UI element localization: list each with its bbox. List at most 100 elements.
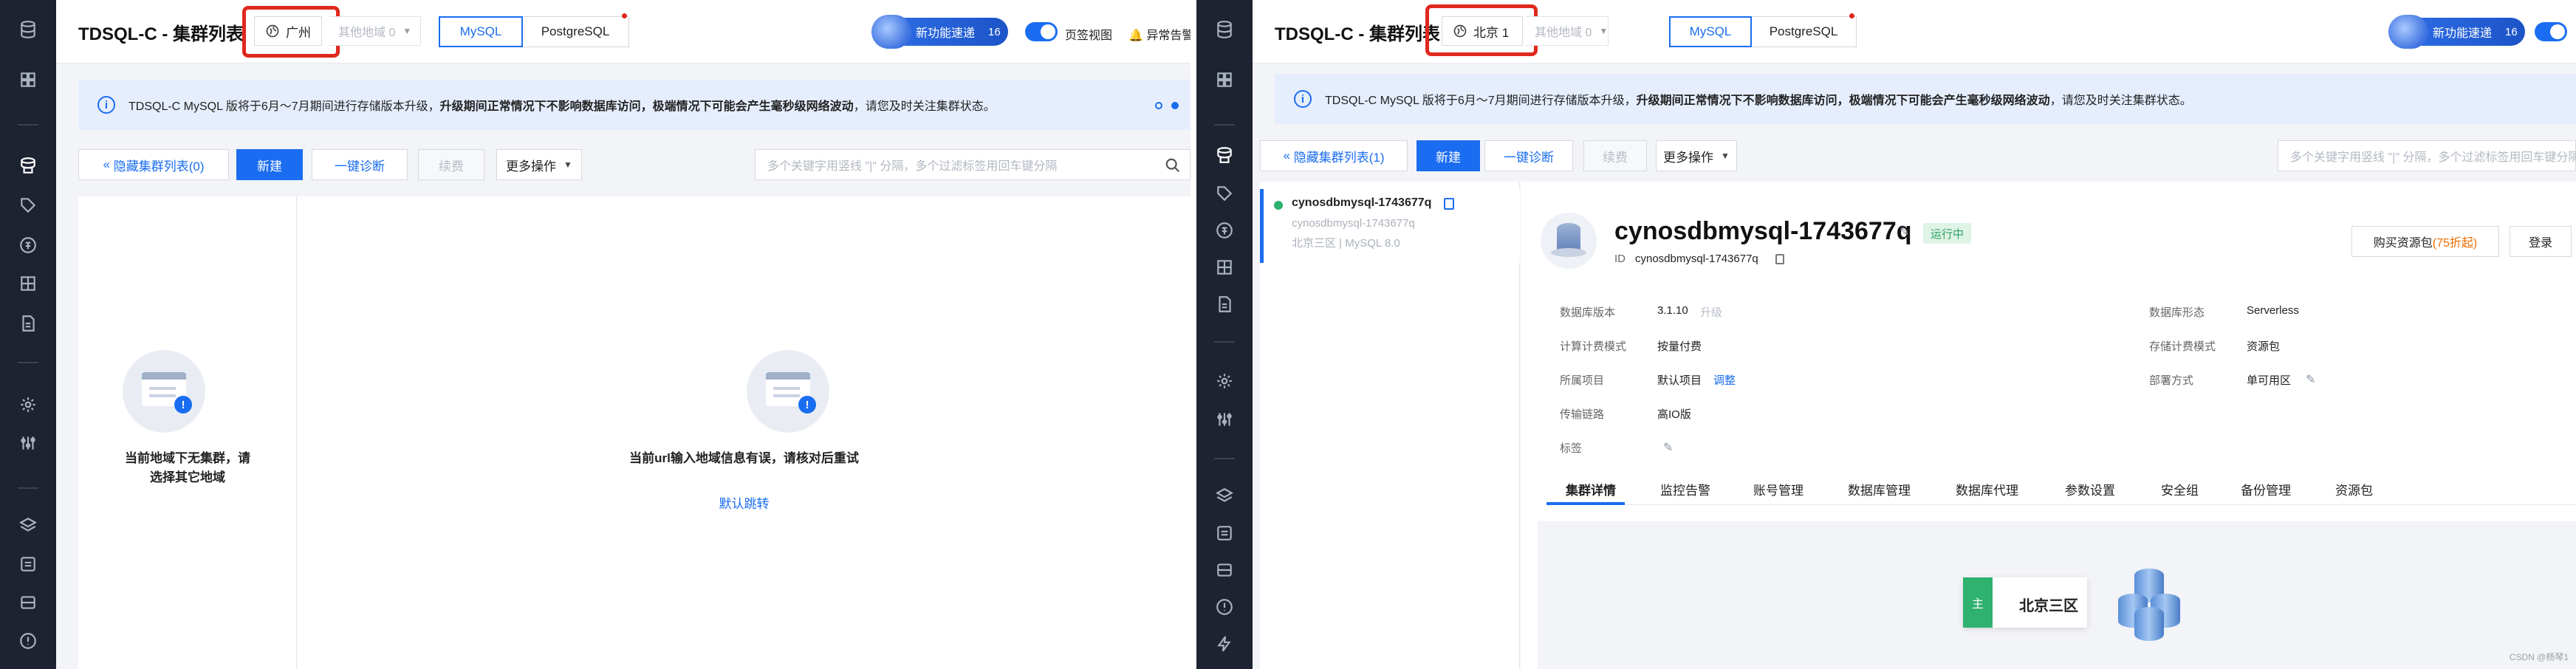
tab-monitoring[interactable]: 监控告警	[1660, 480, 1710, 498]
storage-billing-value: 资源包	[2247, 340, 2281, 353]
lightning-icon[interactable]	[1210, 629, 1239, 659]
copy-icon[interactable]	[1775, 254, 1784, 264]
field-label: 部署方式	[2149, 374, 2194, 387]
tab-postgresql[interactable]: PostgreSQL	[521, 16, 629, 47]
billing-icon[interactable]	[1210, 216, 1239, 245]
pager-dot[interactable]	[1155, 102, 1162, 109]
url-error-message: 当前url输入地域信息有误，请核对后重试	[629, 451, 859, 465]
create-button[interactable]: 新建	[1417, 140, 1480, 171]
layers-icon[interactable]	[1210, 481, 1239, 511]
tab-parameters[interactable]: 参数设置	[2065, 480, 2115, 498]
double-chevron-left-icon: «	[103, 157, 110, 171]
login-button[interactable]: 登录	[2510, 226, 2572, 257]
search-icon[interactable]	[1165, 157, 1181, 174]
copy-icon[interactable]	[1444, 198, 1454, 210]
edit-tag-pencil-icon[interactable]: ✎	[1663, 440, 1675, 454]
adjust-project-link[interactable]: 调整	[1713, 372, 1736, 388]
cluster-list-item[interactable]: cynosdbmysql-1743677q cynosdbmysql-17436…	[1260, 189, 1520, 263]
search-input[interactable]: 多个关键字用竖线 "|" 分隔，多个过滤标签用回车键分隔	[2278, 140, 2576, 171]
settings-icon[interactable]	[1210, 366, 1239, 396]
active-tab-indicator	[1546, 502, 1625, 505]
database-logo-icon[interactable]	[1210, 15, 1239, 44]
renew-label: 续费	[439, 159, 464, 174]
info-icon[interactable]	[13, 626, 43, 656]
upgrade-notice: i TDSQL-C MySQL 版将于6月～7月期间进行存储版本升级， 升级期间正…	[1275, 74, 2576, 124]
cluster-title: cynosdbmysql-1743677q	[1614, 217, 1912, 245]
hide-cluster-list-button[interactable]: « 隐藏集群列表(1)	[1260, 140, 1408, 171]
tag-icon[interactable]	[13, 191, 43, 220]
table-icon[interactable]	[13, 269, 43, 298]
more-label: 更多操作	[1663, 150, 1714, 165]
primary-zone-card[interactable]: 主 北京三区	[1963, 577, 2087, 628]
chevron-down-icon: ▼	[1721, 151, 1730, 161]
feature-promo-button[interactable]: 新功能速递 16	[2388, 15, 2525, 49]
tab-security-group[interactable]: 安全组	[2161, 480, 2199, 498]
tab-database-proxy[interactable]: 数据库代理	[1956, 480, 2018, 498]
storage-icon[interactable]	[13, 588, 43, 617]
backup-icon[interactable]	[13, 549, 43, 579]
tab-cluster-detail[interactable]: 集群详情	[1566, 480, 1616, 498]
grid-icon[interactable]	[13, 65, 43, 95]
parameter-icon[interactable]	[13, 428, 43, 458]
edit-pencil-icon[interactable]: ✎	[1900, 224, 1911, 239]
diagnose-button[interactable]: 一键诊断	[1484, 140, 1573, 171]
tab-view-toggle[interactable]	[1025, 22, 1058, 41]
other-region-dropdown[interactable]: 其他地域 0 ▼	[329, 16, 421, 46]
pager-dot-active[interactable]	[1171, 102, 1179, 109]
tab-mysql[interactable]: MySQL	[1669, 16, 1752, 47]
bell-icon: 🔔	[1128, 30, 1143, 42]
storage-icon[interactable]	[1210, 555, 1239, 585]
tab-resource-pack[interactable]: 资源包	[2335, 480, 2373, 498]
field-label: 传输链路	[1560, 408, 1605, 421]
cluster-list-pane: ! 当前地域下无集群，请 选择其它地域	[78, 196, 297, 669]
document-icon[interactable]	[13, 309, 43, 338]
tab-database-mgmt[interactable]: 数据库管理	[1848, 480, 1911, 498]
region-highlight-box	[242, 6, 340, 58]
alarm-entry[interactable]: 🔔 异常告警	[1128, 25, 1191, 43]
screenshot-stage: TDSQL-C - 集群列表 广州 其他地域 0 ▼ MySQL PostgreS…	[0, 0, 2576, 669]
renew-button[interactable]: 续费	[418, 149, 484, 180]
tab-view-label: 页签视图	[1065, 30, 1113, 42]
backup-icon[interactable]	[1210, 518, 1239, 548]
cluster-list-icon[interactable]	[1210, 140, 1239, 170]
other-region-dropdown[interactable]: 其他地域 0 ▼	[1526, 16, 1609, 46]
billing-icon[interactable]	[13, 230, 43, 260]
tag-icon[interactable]	[1210, 179, 1239, 208]
search-placeholder: 多个关键字用竖线 "|" 分隔，多个过滤标签用回车键分隔	[2290, 151, 2576, 164]
search-input[interactable]: 多个关键字用竖线 "|" 分隔，多个过滤标签用回车键分隔	[755, 149, 1191, 180]
document-icon[interactable]	[1210, 289, 1239, 319]
rail-divider	[1214, 341, 1235, 343]
cluster-item-name[interactable]: cynosdbmysql-1743677q	[1292, 196, 1431, 210]
settings-icon[interactable]	[13, 390, 43, 419]
tab-mysql[interactable]: MySQL	[439, 16, 523, 47]
default-redirect-link[interactable]: 默认跳转	[298, 493, 1191, 512]
tab-postgresql[interactable]: PostgreSQL	[1750, 16, 1857, 47]
edit-deployment-pencil-icon[interactable]: ✎	[2306, 372, 2318, 386]
tab-accounts[interactable]: 账号管理	[1753, 480, 1803, 498]
promo-count: 16	[2505, 25, 2518, 38]
double-chevron-left-icon: «	[1283, 148, 1290, 162]
more-actions-dropdown[interactable]: 更多操作 ▼	[1656, 140, 1737, 171]
upgrade-link[interactable]: 升级	[1700, 304, 1722, 320]
diagnose-button[interactable]: 一键诊断	[312, 149, 408, 180]
tab-view-toggle[interactable]	[2535, 22, 2567, 41]
renew-button[interactable]: 续费	[1583, 140, 1647, 171]
parameter-icon[interactable]	[1210, 405, 1239, 434]
tab-backup[interactable]: 备份管理	[2241, 480, 2291, 498]
cluster-list-icon[interactable]	[13, 151, 43, 180]
zone-name: 北京三区	[2019, 598, 2078, 614]
feature-promo-button[interactable]: 新功能速递 16	[871, 15, 1008, 49]
info-icon[interactable]	[1210, 592, 1239, 622]
layers-icon[interactable]	[13, 511, 43, 541]
buy-label: 购买资源包	[2373, 237, 2433, 250]
grid-icon[interactable]	[1210, 65, 1239, 95]
database-logo-icon[interactable]	[13, 15, 43, 44]
hide-list-label: 隐藏集群列表(1)	[1293, 150, 1385, 165]
buy-resource-pack-button[interactable]: 购买资源包 (75折起)	[2351, 226, 2499, 257]
new-badge-dot	[622, 13, 627, 18]
chevron-down-icon: ▼	[1599, 26, 1609, 36]
more-actions-dropdown[interactable]: 更多操作 ▼	[496, 149, 582, 180]
create-button[interactable]: 新建	[236, 149, 303, 180]
hide-cluster-list-button[interactable]: « 隐藏集群列表(0)	[78, 149, 229, 180]
table-icon[interactable]	[1210, 253, 1239, 282]
